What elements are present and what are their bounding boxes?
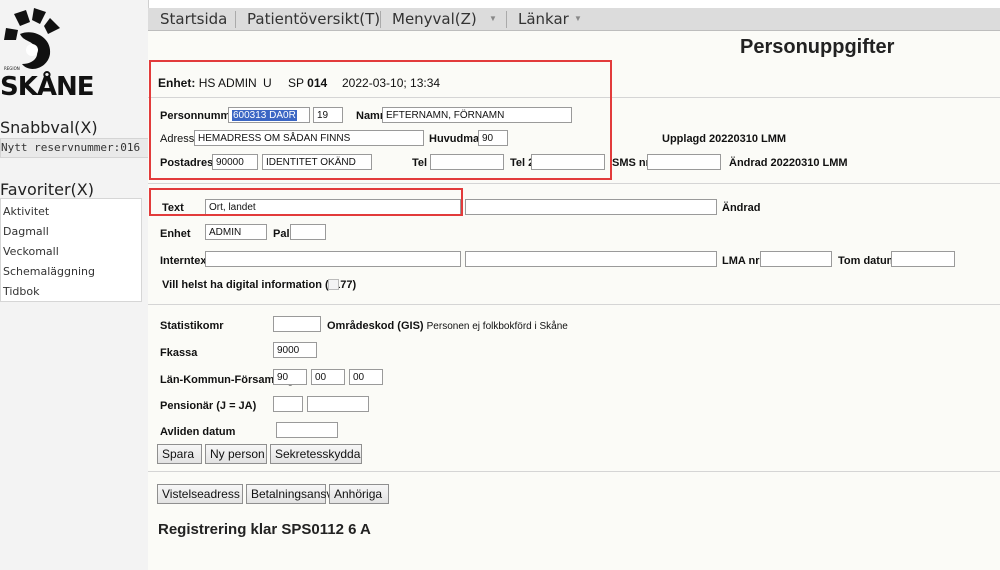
save-button[interactable]: Spara [157,444,202,464]
forsamling-input[interactable]: 00 [349,369,383,385]
new-person-button[interactable]: Ny person [205,444,267,464]
divider [148,183,1000,184]
divider [148,471,1000,472]
favorite-aktivitet[interactable]: Aktivitet [3,205,49,218]
favorite-schemalaggning[interactable]: Schemaläggning [3,265,95,278]
upplagd-text: Upplagd 20220310 LMM [662,133,787,145]
favorite-tidbok[interactable]: Tidbok [3,285,40,298]
anhoriga-button[interactable]: Anhöriga [329,484,389,504]
statistikomr-label: Statistikomr [160,320,224,332]
digital-info-checkbox[interactable] [328,279,339,290]
kommun-input[interactable]: 00 [311,369,345,385]
lan-input[interactable]: 90 [273,369,307,385]
pal-input[interactable] [290,224,326,240]
logo-text: SKÅNE [0,72,95,102]
menu-menyval[interactable]: Menyval(Z) [392,10,477,28]
favorite-dagmall[interactable]: Dagmall [3,225,49,238]
omradeskod-text: Personen ej folkbokförd i Skåne [426,321,568,332]
interntext2-input[interactable] [465,251,717,267]
fkassa-label: Fkassa [160,347,198,359]
menu-lankar[interactable]: Länkar [518,10,569,28]
lma-label: LMA nr [722,255,760,267]
enhet-input[interactable]: ADMIN [205,224,267,240]
andrad-label: Ändrad [722,202,761,214]
svg-text:REGION: REGION [4,66,20,71]
sms-label: SMS nr [612,157,650,169]
sms-input[interactable] [647,154,721,170]
tom-datum-label: Tom datum [838,255,897,267]
highlight-box-personal-info [149,60,612,180]
pensionar2-input[interactable] [307,396,369,412]
omradeskod: Områdeskod (GIS) Personen ej folkbokförd… [327,320,568,332]
pensionar-input[interactable] [273,396,303,412]
interntext1-input[interactable] [205,251,461,267]
statistikomr-input[interactable] [273,316,321,332]
omradeskod-label: Områdeskod (GIS) [327,320,424,332]
menu-patientoversikt[interactable]: Patientöversikt(T) [247,10,380,28]
avliden-input[interactable] [276,422,338,438]
quick-select-dropdown[interactable]: Nytt reservnummer:016 [0,138,162,158]
avliden-label: Avliden datum [160,426,236,438]
highlight-box-text [149,188,463,216]
confidential-button[interactable]: Sekretesskydda [270,444,362,464]
menu-separator [235,11,236,28]
region-skane-logo: REGION [4,8,60,71]
chevron-down-icon[interactable]: ▼ [574,14,582,23]
divider [148,304,1000,305]
lma-input[interactable] [760,251,832,267]
pensionar-label: Pensionär (J = JA) [160,400,257,412]
interntext-label: Interntext [160,255,211,267]
enhet-label: Enhet [160,228,191,240]
page-title: Personuppgifter [740,36,895,58]
status-message: Registrering klar SPS0112 6 A [158,521,371,538]
menu-startsida[interactable]: Startsida [160,10,227,28]
chevron-down-icon[interactable]: ▼ [489,14,497,23]
vistelseadress-button[interactable]: Vistelseadress [157,484,243,504]
tom-datum-input[interactable] [891,251,955,267]
favorites-title: Favoriter(X) [0,180,94,199]
favorite-veckomall[interactable]: Veckomall [3,245,59,258]
betalningsansvarig-button[interactable]: Betalningsansvarig [246,484,352,504]
menu-separator [380,11,381,28]
text2-input[interactable] [465,199,717,215]
menu-separator [506,11,507,28]
pal-label: Pal [273,228,290,240]
fkassa-input[interactable]: 9000 [273,342,317,358]
andrad-text: Ändrad 20220310 LMM [729,157,848,169]
quick-select-title: Snabbval(X) [0,118,98,137]
